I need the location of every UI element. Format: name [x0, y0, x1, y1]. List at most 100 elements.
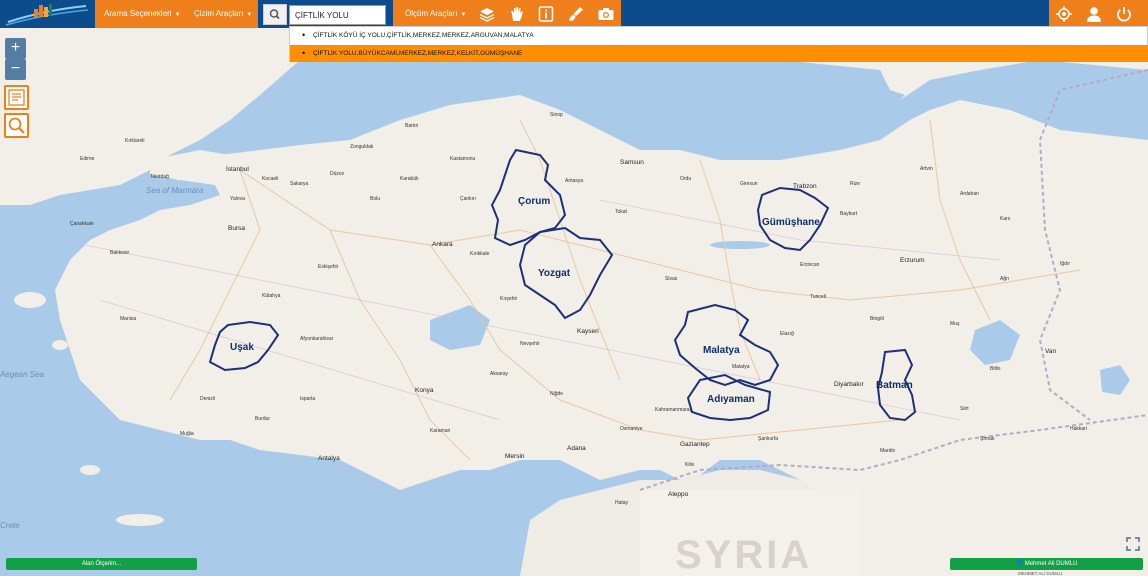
search-results-dropdown: • ÇİFTLİK KÖYÜ İÇ YOLU,ÇİFTLİK,MERKEZ,ME…	[289, 26, 1148, 62]
city-canakkale: Çanakkale	[70, 221, 94, 227]
city-van: Van	[1045, 348, 1056, 355]
app-logo	[0, 0, 95, 28]
search-result-item[interactable]: • ÇİFTLİK KÖYÜ İÇ YOLU,ÇİFTLİK,MERKEZ,ME…	[290, 27, 1148, 44]
city-denizli: Denizli	[200, 396, 215, 402]
city-diyarbakir: Diyarbakır	[834, 381, 864, 388]
layers-icon	[479, 8, 495, 22]
city-cankiri: Çankırı	[460, 196, 476, 202]
search-result-text: ÇİFTLİK YOLU,BÜYÜKCAMİ,MERKEZ,MERKEZ,KEL…	[313, 50, 523, 57]
report-tool-button[interactable]	[4, 85, 29, 110]
city-bartin: Bartın	[405, 123, 419, 129]
city-agri: Ağrı	[1000, 276, 1009, 282]
current-user-name: Mehmet Ali DUMLU	[1024, 561, 1078, 567]
city-bayburt: Bayburt	[840, 211, 858, 217]
city-bitlis: Bitlis	[990, 366, 1001, 372]
search-result-item-selected[interactable]: • ÇİFTLİK YOLU,BÜYÜKCAMİ,MERKEZ,MERKEZ,K…	[290, 45, 1148, 62]
water-label-aegean: Aegean Sea	[0, 370, 45, 379]
locate-button[interactable]	[1053, 4, 1075, 24]
current-user-badge[interactable]: 👤 Mehmet Ali DUMLU	[950, 558, 1143, 570]
area-measure-button[interactable]: Alan Ölçerim...	[6, 558, 197, 570]
zoom-out-button[interactable]: −	[5, 59, 26, 80]
user-small-icon: 👤	[1015, 561, 1025, 567]
pan-button[interactable]	[506, 4, 528, 24]
chevron-down-icon: ▼	[174, 12, 181, 18]
city-kayseri: Kayseri	[577, 328, 599, 335]
search-input[interactable]	[289, 5, 386, 25]
city-amasya: Amasya	[565, 178, 583, 184]
zoom-in-button[interactable]: +	[5, 38, 26, 59]
city-sakarya: Sakarya	[290, 181, 309, 187]
city-konya: Konya	[415, 387, 434, 394]
drawing-tools-label: Çizim Araçları	[194, 9, 244, 18]
user-button[interactable]	[1083, 4, 1105, 24]
city-karaman: Karaman	[430, 428, 451, 434]
measure-tools-menu[interactable]: Ölçüm Araçları ▼	[397, 0, 474, 28]
city-kutahya: Kütahya	[262, 293, 281, 299]
footer-text: MEHMET ALİ DUMLU	[1018, 571, 1063, 576]
city-edirne: Edirne	[80, 156, 95, 162]
city-kirsehir: Kırşehir	[500, 296, 518, 302]
city-mugla: Muğla	[180, 431, 194, 437]
city-artvin: Artvin	[920, 166, 933, 172]
fullscreen-icon	[1126, 537, 1140, 551]
city-kilis: Kilis	[685, 462, 695, 468]
city-burdur: Burdur	[255, 416, 270, 422]
city-zonguldak: Zonguldak	[350, 144, 374, 150]
bullet-icon: •	[302, 48, 306, 58]
hand-pan-icon	[511, 7, 523, 21]
city-hatay: Hatay	[615, 500, 629, 506]
report-icon	[8, 89, 25, 106]
layers-button[interactable]	[476, 4, 498, 24]
city-erzincan: Erzincan	[800, 262, 820, 268]
brush-icon	[569, 7, 583, 21]
city-siirt: Siirt	[960, 406, 969, 412]
province-label-batman: Batman	[876, 380, 913, 391]
city-tunceli: Tunceli	[810, 294, 826, 300]
chevron-down-icon: ▼	[460, 12, 467, 18]
city-mus: Muş	[950, 321, 960, 327]
city-manisa: Manisa	[120, 316, 136, 322]
power-icon	[1117, 7, 1131, 22]
city-sirnak: Şırnak	[980, 436, 995, 442]
map-canvas[interactable]: Çorum Yozgat Uşak Malatya Adıyaman Gümüş…	[0, 0, 1148, 576]
city-ankara: Ankara	[432, 241, 453, 248]
city-hakkari: Hakkari	[1070, 426, 1087, 432]
search-options-menu[interactable]: Arama Seçenekleri ▼	[96, 0, 189, 28]
search-button[interactable]	[263, 4, 287, 25]
search-icon	[269, 9, 280, 20]
logout-button[interactable]	[1113, 4, 1135, 24]
city-samsun: Samsun	[620, 159, 644, 166]
city-sivas: Sivas	[665, 276, 678, 282]
fullscreen-button[interactable]	[1126, 537, 1140, 551]
screenshot-button[interactable]	[595, 4, 617, 24]
chevron-down-icon: ▼	[246, 12, 253, 18]
city-kirklareli: Kırklareli	[125, 138, 144, 144]
city-nevsehir: Nevşehir	[520, 341, 540, 347]
province-label-malatya: Malatya	[703, 345, 740, 356]
city-ordu: Ordu	[680, 176, 691, 182]
city-kocaeli: Kocaeli	[262, 176, 278, 182]
city-tekirdag: Tekirdağ	[150, 174, 169, 180]
city-kirikkale: Kırıkkale	[470, 251, 490, 257]
user-icon	[1087, 7, 1101, 22]
magnifier-icon	[8, 117, 25, 134]
city-kars: Kars	[1000, 216, 1011, 222]
drawing-tools-menu[interactable]: Çizim Araçları ▼	[186, 0, 260, 28]
clear-drawings-button[interactable]	[565, 4, 587, 24]
city-mardin: Mardin	[880, 448, 896, 454]
bullet-icon: •	[302, 30, 306, 40]
city-igdir: Iğdır	[1060, 261, 1070, 267]
locate-icon	[1056, 6, 1072, 22]
city-bursa: Bursa	[228, 225, 245, 232]
query-tool-button[interactable]	[4, 113, 29, 138]
camera-icon	[598, 8, 614, 20]
city-antalya: Antalya	[318, 455, 340, 462]
info-icon	[538, 6, 554, 22]
city-rize: Rize	[850, 181, 860, 187]
info-button[interactable]	[535, 4, 557, 24]
city-afyonkarahisar: Afyonkarahisar	[300, 336, 334, 342]
city-elazig: Elazığ	[780, 331, 794, 337]
measure-tools-label: Ölçüm Araçları	[405, 9, 458, 18]
water-label-marmara: Sea of Marmara	[146, 186, 204, 195]
city-trabzon: Trabzon	[793, 183, 817, 190]
